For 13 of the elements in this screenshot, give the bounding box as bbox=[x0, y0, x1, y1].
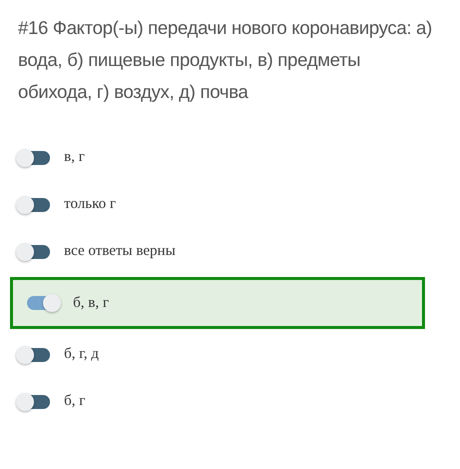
toggle-switch[interactable] bbox=[18, 394, 50, 408]
answer-option[interactable]: только г bbox=[0, 181, 425, 228]
toggle-switch[interactable] bbox=[27, 296, 59, 310]
selected-answer-option[interactable]: б, в, г bbox=[10, 277, 425, 329]
toggle-switch[interactable] bbox=[18, 244, 50, 258]
answer-option[interactable]: б, г, д bbox=[0, 331, 425, 378]
answer-option[interactable]: б, г bbox=[0, 378, 425, 425]
toggle-switch[interactable] bbox=[18, 198, 50, 212]
answer-option[interactable]: все ответы верны bbox=[0, 228, 425, 275]
question-text: #16 Фактор(-ы) передачи нового коронавируса: а) вода, б) пищевые продукты, в) предметы обихода, г) воздух, д) почва bbox=[18, 16, 434, 104]
toggle-switch[interactable] bbox=[18, 348, 50, 362]
toggle-switch[interactable] bbox=[18, 150, 50, 164]
answer-option[interactable]: в, г bbox=[0, 134, 425, 181]
